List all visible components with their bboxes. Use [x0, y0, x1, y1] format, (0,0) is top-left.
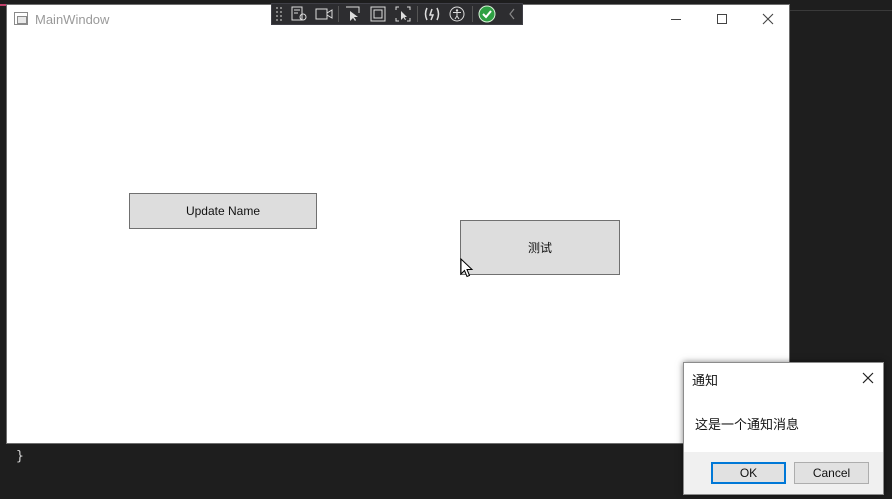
dialog-title: 通知 — [692, 374, 719, 389]
check-icon[interactable] — [477, 4, 498, 24]
collapse-chevron-icon[interactable] — [501, 4, 522, 24]
video-icon[interactable] — [313, 4, 334, 24]
test-button[interactable]: 测试 — [460, 220, 620, 275]
ide-closing-brace: } — [16, 449, 24, 464]
toolbar-grip[interactable] — [275, 6, 285, 22]
window-title: MainWindow — [35, 12, 110, 27]
minimize-icon — [671, 18, 681, 20]
ide-divider — [790, 10, 892, 11]
select-element-icon[interactable] — [288, 4, 309, 24]
toolbar-separator — [471, 6, 473, 22]
hot-reload-icon[interactable] — [422, 4, 443, 24]
main-window: MainWindow Update Name 测试 — [6, 4, 790, 444]
dialog-close-button[interactable] — [856, 367, 880, 389]
toolbar-separator — [337, 6, 339, 22]
debug-toolbar — [271, 3, 523, 25]
close-icon — [862, 372, 874, 384]
ok-button[interactable]: OK — [711, 462, 786, 484]
notification-dialog: 通知 这是一个通知消息 OK Cancel — [683, 362, 884, 495]
pointer-select-icon[interactable] — [343, 4, 364, 24]
track-focus-icon[interactable] — [392, 4, 413, 24]
dialog-footer: OK Cancel — [684, 452, 883, 494]
accessibility-icon[interactable] — [447, 4, 468, 24]
update-name-button[interactable]: Update Name — [129, 193, 317, 229]
minimize-button[interactable] — [653, 5, 699, 33]
close-icon — [762, 13, 774, 25]
toolbar-separator — [417, 6, 419, 22]
dialog-message: 这是一个通知消息 — [695, 418, 800, 433]
window-icon — [14, 12, 28, 25]
mouse-cursor-icon — [460, 258, 474, 278]
adorner-icon[interactable] — [368, 4, 389, 24]
maximize-button[interactable] — [699, 5, 745, 33]
maximize-icon — [717, 14, 727, 24]
cancel-button[interactable]: Cancel — [794, 462, 869, 484]
close-button[interactable] — [745, 5, 791, 33]
